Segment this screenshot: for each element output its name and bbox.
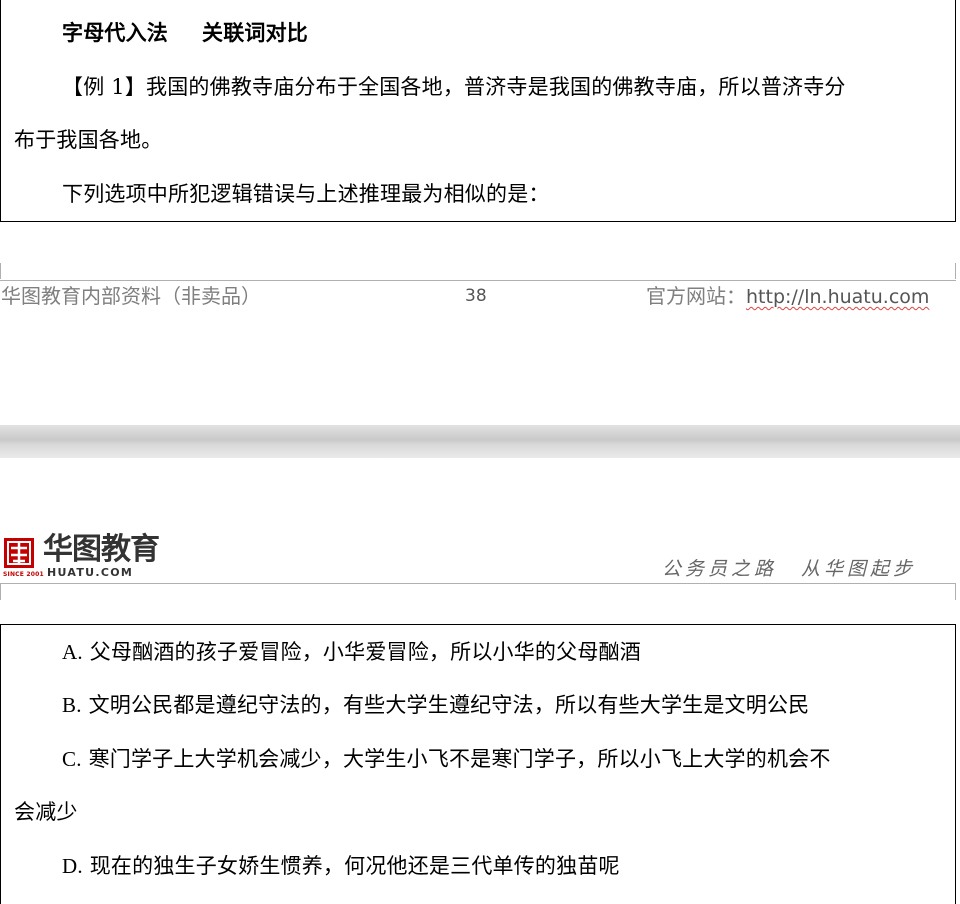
logo-since: SINCE 2001 [3,571,44,578]
option-b: B. 文明公民都是遵纪守法的，有些大学生遵纪守法，所以有些大学生是文明公民 [62,691,809,719]
footer-site-link[interactable]: http://ln.huatu.com [746,286,929,308]
option-b-text: 文明公民都是遵纪守法的，有些大学生遵纪守法，所以有些大学生是文明公民 [88,693,810,717]
corner-crop-mark [955,584,956,600]
title-method: 字母代入法 [62,20,168,45]
corner-crop-mark [0,584,1,600]
option-d-text: 现在的独生子女娇生惯养，何况他还是三代单传的独苗呢 [89,854,620,878]
slogan-part1: 公务员之路 [662,558,778,580]
corner-crop-mark [955,263,956,279]
option-c: C. 寒门学子上大学机会减少，大学生小飞不是寒门学子，所以小飞上大学的机会不 [62,745,831,773]
footer-internal-material: 华图教育内部资料（非卖品） [1,284,261,308]
example-text-line2: 布于我国各地。 [14,128,163,152]
logo-domain-text: HUATU.COM [47,566,134,579]
option-a: A. 父母酗酒的孩子爱冒险，小华爱冒险，所以小华的父母酗酒 [62,638,641,666]
footer-website: 官方网站：http://ln.huatu.com [646,283,929,310]
logo-brand-text: 华图教育 [43,532,160,567]
example-text-line1: 【例 1】我国的佛教寺庙分布于全国各地，普济寺是我国的佛教寺庙，所以普济寺分 [62,75,846,99]
slogan-part2: 从华图起步 [801,558,917,580]
document-page-38: 字母代入法 关联词对比 【例 1】我国的佛教寺庙分布于全国各地，普济寺是我国的佛教… [0,0,960,425]
page-number: 38 [465,286,487,306]
huatu-logo-icon [4,538,34,568]
option-c-letter: C. [62,747,82,771]
header-divider [0,583,956,584]
page-separator [0,425,960,458]
option-a-text: 父母酗酒的孩子爱冒险，小华爱冒险，所以小华的父母酗酒 [89,640,641,664]
document-page-39: SINCE 2001 华图教育 HUATU.COM 公务员之路 从华图起步 A. … [0,458,960,904]
huatu-logo: SINCE 2001 华图教育 HUATU.COM [3,532,163,580]
section-title: 字母代入法 关联词对比 [62,19,308,47]
title-comparison: 关联词对比 [202,20,308,45]
corner-crop-mark [0,263,1,279]
option-d: D. 现在的独生子女娇生惯养，何况他还是三代单传的独苗呢 [62,852,620,880]
option-c-text-line1: 寒门学子上大学机会减少，大学生小飞不是寒门学子，所以小飞上大学的机会不 [88,747,831,771]
footer-divider [0,280,956,281]
question-prompt: 下列选项中所犯逻辑错误与上述推理最为相似的是： [62,182,550,206]
option-b-letter: B. [62,693,82,717]
header-slogan: 公务员之路 从华图起步 [662,554,916,581]
option-c-text-line2: 会减少 [14,800,78,824]
footer-site-label: 官方网站： [646,284,746,308]
option-d-letter: D. [62,854,83,878]
option-a-letter: A. [62,640,83,664]
